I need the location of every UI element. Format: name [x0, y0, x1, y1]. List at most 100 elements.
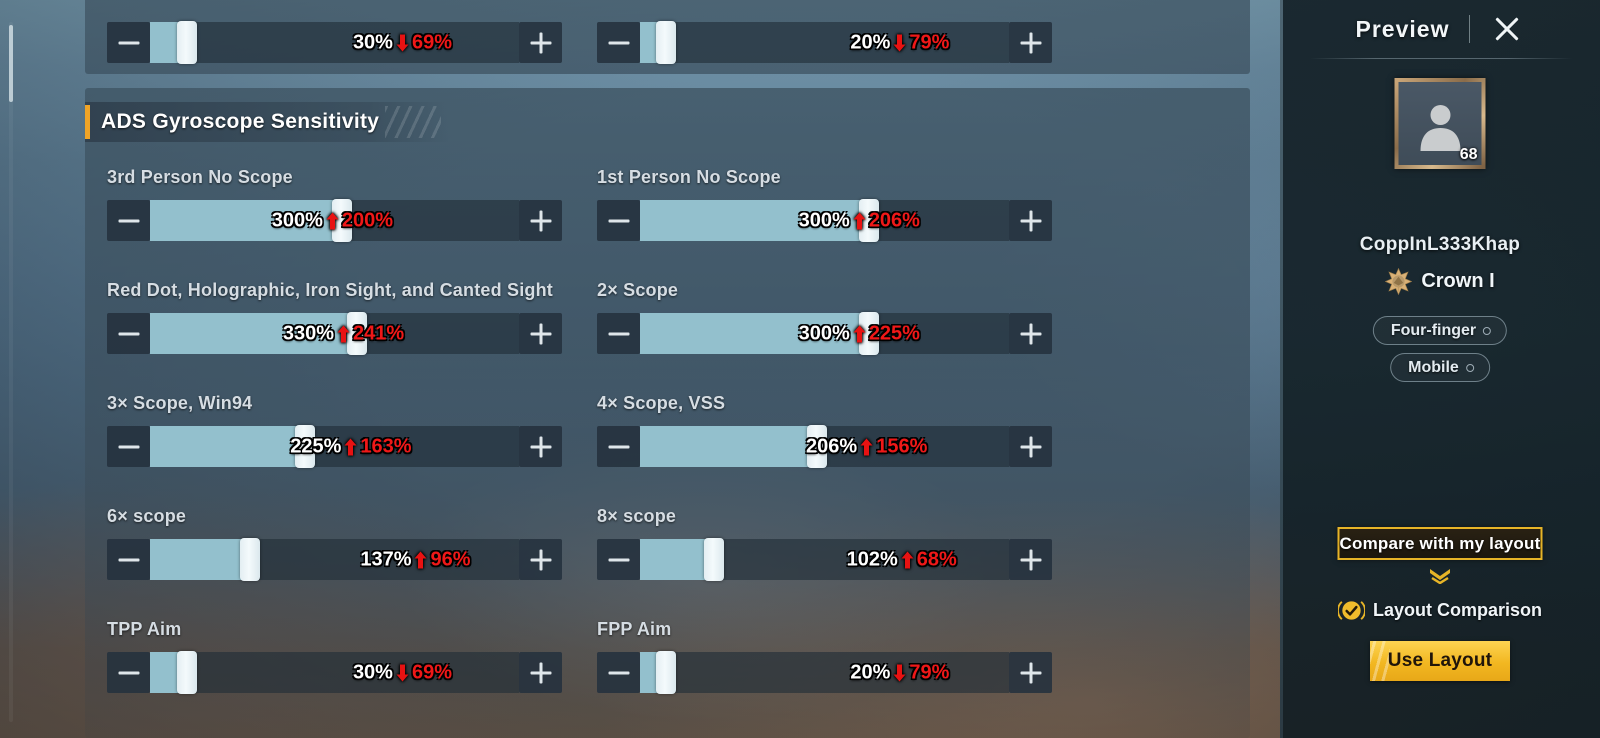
section-title: ADS Gyroscope Sensitivity [101, 110, 380, 133]
increase-button[interactable] [1009, 652, 1052, 693]
decrease-button[interactable] [107, 652, 150, 693]
slider-track[interactable]: 330% 241% [150, 312, 519, 355]
tag-mobile[interactable]: Mobile [1390, 353, 1490, 382]
slider-handle[interactable] [858, 312, 879, 355]
sidebar-header: Preview [1280, 0, 1600, 58]
close-icon[interactable] [1490, 12, 1524, 46]
slider-handle[interactable] [294, 425, 315, 468]
slider-row: 300% 206% [597, 199, 1052, 242]
decrease-button[interactable] [597, 22, 640, 63]
slider-track[interactable]: 20% 79% [640, 651, 1009, 694]
tag-four-finger[interactable]: Four-finger [1372, 316, 1508, 345]
slider-fill [150, 539, 250, 580]
current-value: 20% [850, 31, 891, 53]
decrease-button[interactable] [107, 200, 150, 241]
slider-row: 20% 79% [597, 21, 1052, 64]
slider-handle[interactable] [858, 199, 879, 242]
slider-fill [150, 426, 305, 467]
rank-label: Crown I [1421, 270, 1495, 292]
decrease-button[interactable] [107, 313, 150, 354]
slider-track[interactable]: 30% 69% [150, 651, 519, 694]
arrow-down-icon [396, 664, 409, 681]
decrease-button[interactable] [107, 426, 150, 467]
delta-value: 156% [876, 435, 928, 457]
slider-track[interactable]: 206% 156% [640, 425, 1009, 468]
decrease-button[interactable] [597, 652, 640, 693]
slider-track[interactable]: 300% 200% [150, 199, 519, 242]
slider-handle[interactable] [176, 651, 197, 694]
setting-label: 6× scope [107, 506, 187, 526]
slider-track[interactable]: 30% 69% [150, 21, 519, 64]
tag-label: Four-finger [1390, 321, 1477, 339]
slider-fill [640, 313, 869, 354]
slider-readout: 30% 69% [353, 31, 452, 54]
slider-track[interactable]: 137% 96% [150, 538, 519, 581]
scrollbar-track[interactable] [9, 22, 13, 722]
setting-label: 3× Scope, Win94 [107, 393, 253, 413]
previous-section-panel: 30% 69% 20% 79% [85, 0, 1250, 74]
increase-button[interactable] [1009, 200, 1052, 241]
decrease-button[interactable] [597, 539, 640, 580]
slider-row: 300% 200% [107, 199, 562, 242]
slider-row: 330% 241% [107, 312, 562, 355]
setting-label: FPP Aim [597, 619, 672, 639]
slider-readout: 137% 96% [360, 548, 470, 571]
slider-handle[interactable] [331, 199, 352, 242]
slider-handle[interactable] [346, 312, 367, 355]
current-value: 137% [360, 548, 412, 570]
increase-button[interactable] [519, 652, 562, 693]
slider-row: 102% 68% [597, 538, 1052, 581]
delta-value: 163% [360, 435, 412, 457]
slider-handle[interactable] [655, 651, 676, 694]
setting-item: 2× Scope 300% 225% [597, 273, 1087, 386]
setting-label: 2× Scope [597, 280, 679, 300]
decrease-button[interactable] [107, 22, 150, 63]
increase-button[interactable] [1009, 426, 1052, 467]
slider-readout: 20% 79% [850, 31, 949, 54]
increase-button[interactable] [1009, 539, 1052, 580]
increase-button[interactable] [519, 426, 562, 467]
current-value: 30% [352, 31, 393, 53]
layout-comparison-toggle[interactable]: Layout Comparison [1337, 597, 1542, 624]
section-accent-bar [85, 105, 90, 139]
slider-readout: 30% 69% [353, 661, 452, 684]
slider-track[interactable]: 300% 206% [640, 199, 1009, 242]
slider-row: 30% 69% [107, 651, 562, 694]
slider-row: 20% 79% [597, 651, 1052, 694]
decrease-button[interactable] [597, 200, 640, 241]
slider-handle[interactable] [239, 538, 260, 581]
setting-item: 6× scope 137% 96% [107, 499, 597, 612]
increase-button[interactable] [519, 200, 562, 241]
slider-handle[interactable] [807, 425, 828, 468]
tag-dot-icon [1465, 363, 1474, 372]
use-layout-button[interactable]: Use Layout [1370, 641, 1510, 681]
current-value: 102% [846, 548, 898, 570]
check-circle-icon [1337, 601, 1365, 620]
avatar[interactable]: 68 [1394, 78, 1486, 169]
setting-label: 8× scope [597, 506, 677, 526]
slider-handle[interactable] [176, 21, 197, 64]
compare-with-my-layout-button[interactable]: Compare with my layout [1337, 527, 1543, 560]
decrease-button[interactable] [107, 539, 150, 580]
decrease-button[interactable] [597, 313, 640, 354]
increase-button[interactable] [1009, 313, 1052, 354]
current-value: 20% [850, 661, 891, 683]
increase-button[interactable] [1009, 22, 1052, 63]
increase-button[interactable] [519, 22, 562, 63]
slider-handle[interactable] [655, 21, 676, 64]
increase-button[interactable] [519, 313, 562, 354]
delta-value: 96% [430, 548, 471, 570]
increase-button[interactable] [519, 539, 562, 580]
slider-row: 30% 69% [107, 21, 562, 64]
slider-track[interactable]: 102% 68% [640, 538, 1009, 581]
delta-value: 68% [916, 548, 957, 570]
scrollbar-thumb[interactable] [9, 25, 13, 102]
slider-track[interactable]: 300% 225% [640, 312, 1009, 355]
slider-track[interactable]: 225% 163% [150, 425, 519, 468]
slider-track[interactable]: 20% 79% [640, 21, 1009, 64]
slider-handle[interactable] [703, 538, 724, 581]
decrease-button[interactable] [597, 426, 640, 467]
arrow-up-icon [344, 438, 357, 455]
setting-item: 1st Person No Scope 300% 206% [597, 160, 1087, 273]
tag-dot-icon [1483, 326, 1492, 335]
